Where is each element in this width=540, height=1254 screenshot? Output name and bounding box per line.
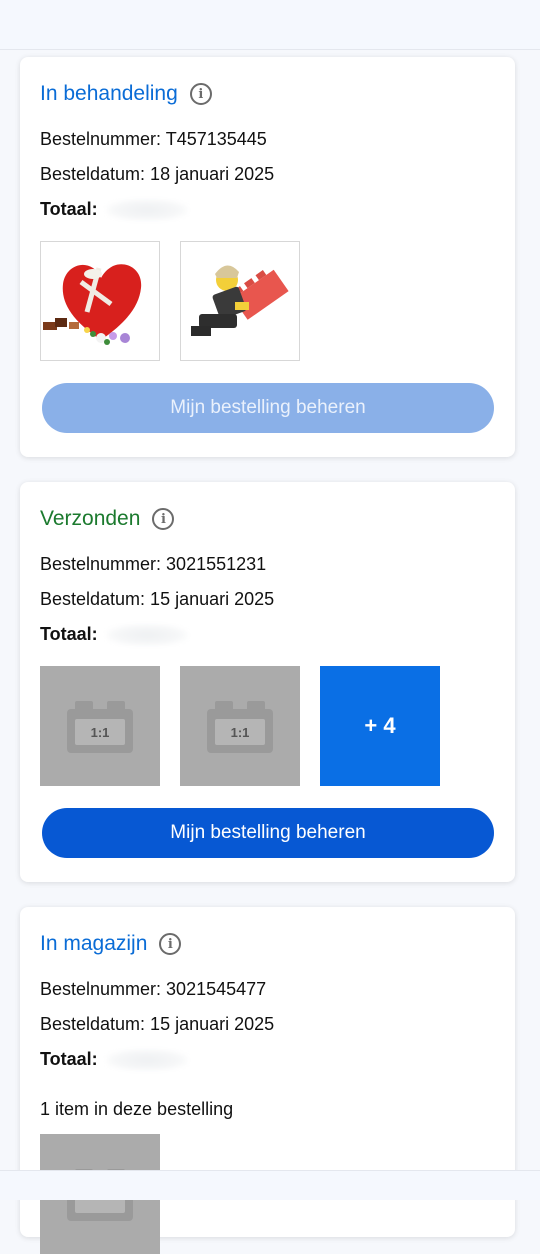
status-row: In magazijn i xyxy=(40,925,495,963)
heart-box-product-image xyxy=(43,264,142,345)
product-thumbnails xyxy=(40,241,495,361)
order-date: Besteldatum: 18 januari 2025 xyxy=(40,164,275,184)
brick-placeholder-icon: 1:1 xyxy=(207,701,273,753)
redacted-total-value xyxy=(105,198,188,221)
info-icon[interactable]: i xyxy=(159,933,182,955)
status-row: In behandeling i xyxy=(40,75,495,113)
order-card: Verzonden i Bestelnummer: 3021551231 Bes… xyxy=(20,482,515,882)
minifigure-brick-product-image xyxy=(191,265,289,336)
redacted-total-value xyxy=(105,1048,188,1071)
order-number: Bestelnummer: T457135445 xyxy=(40,129,267,149)
order-number: Bestelnummer: 3021551231 xyxy=(40,554,267,574)
top-app-bar xyxy=(0,0,540,50)
product-thumbnail-minifigure[interactable] xyxy=(180,241,300,361)
manage-order-button[interactable]: Mijn bestelling beheren xyxy=(42,808,494,858)
order-total: Totaal: xyxy=(40,192,495,227)
total-label: Totaal: xyxy=(40,624,98,644)
orders-list[interactable]: In behandeling i Bestelnummer: T45713544… xyxy=(0,50,540,1254)
info-icon[interactable]: i xyxy=(189,83,212,105)
product-thumbnails: 1:1 1:1 + 4 xyxy=(40,666,495,786)
bottom-bar xyxy=(0,1170,540,1200)
product-thumbnail-placeholder[interactable]: 1:1 xyxy=(40,666,160,786)
manage-order-button[interactable]: Mijn bestelling beheren xyxy=(42,383,494,433)
info-icon[interactable]: i xyxy=(152,508,175,530)
total-label: Totaal: xyxy=(40,199,98,219)
placeholder-label: 1:1 xyxy=(91,725,110,740)
redacted-total-value xyxy=(105,623,188,646)
order-status: In magazijn xyxy=(40,932,148,955)
brick-placeholder-icon: 1:1 xyxy=(67,701,133,753)
status-row: Verzonden i xyxy=(40,500,495,538)
order-total: Totaal: xyxy=(40,617,495,652)
placeholder-label: 1:1 xyxy=(231,725,250,740)
product-thumbnail-placeholder[interactable]: 1:1 xyxy=(180,666,300,786)
order-status: In behandeling xyxy=(40,82,178,105)
more-items-tile[interactable]: + 4 xyxy=(320,666,440,786)
order-number: Bestelnummer: 3021545477 xyxy=(40,979,267,999)
items-count-text: 1 item in deze bestelling xyxy=(40,1099,234,1119)
order-status: Verzonden xyxy=(40,507,141,530)
product-thumbnail-heart[interactable] xyxy=(40,241,160,361)
order-total: Totaal: xyxy=(40,1042,495,1077)
order-date: Besteldatum: 15 januari 2025 xyxy=(40,1014,275,1034)
order-card: In behandeling i Bestelnummer: T45713544… xyxy=(20,57,515,457)
order-date: Besteldatum: 15 januari 2025 xyxy=(40,589,275,609)
total-label: Totaal: xyxy=(40,1049,98,1069)
